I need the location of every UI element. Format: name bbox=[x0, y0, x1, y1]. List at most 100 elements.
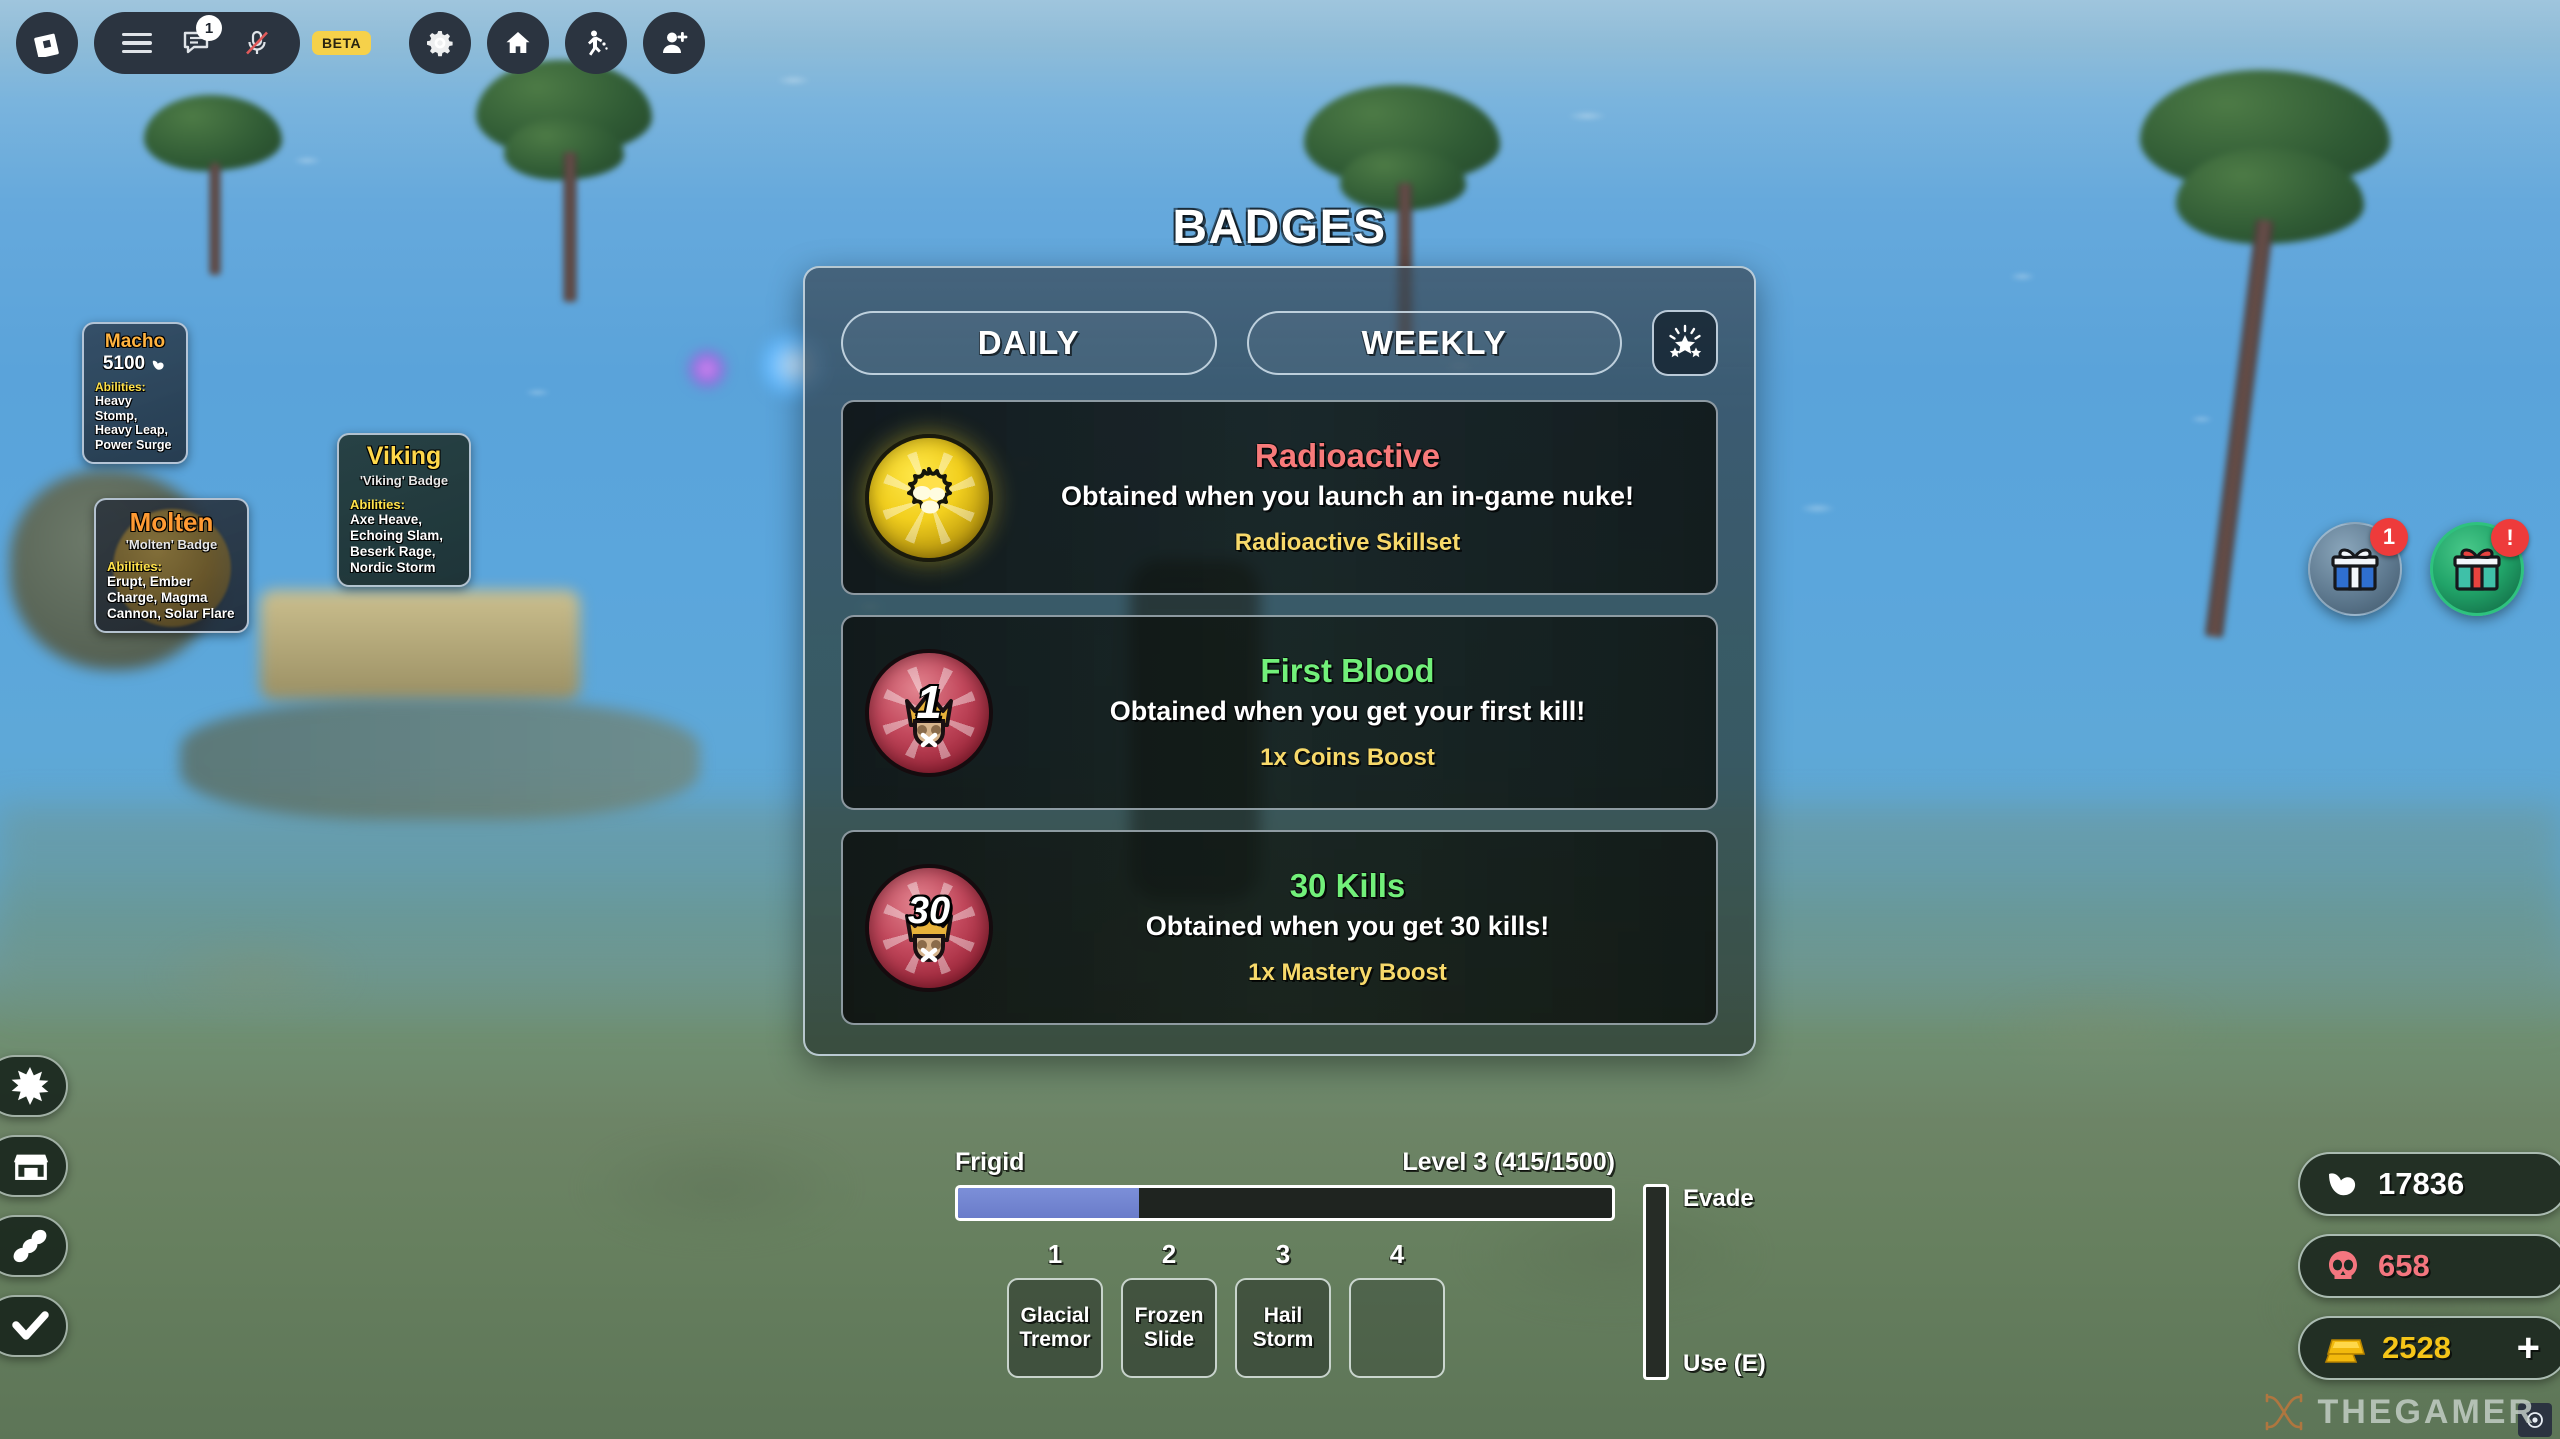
nametag-abilities-list: Erupt, Ember Charge, Magma Cannon, Solar… bbox=[107, 573, 235, 621]
ability-slots-row: 1 Glacial Tremor 2 Frozen Slide 3 Hail S… bbox=[955, 1239, 1615, 1378]
chat-button[interactable]: 1 bbox=[170, 15, 224, 70]
badge-card[interactable]: Radioactive Obtained when you launch an … bbox=[841, 400, 1718, 595]
player-nametag-viking: Viking 'Viking' Badge Abilities: Axe Hea… bbox=[337, 433, 471, 587]
emote-dance-icon bbox=[588, 30, 608, 56]
sparkle-stars-icon bbox=[1669, 324, 1702, 358]
nametag-abilities-label: Abilities: bbox=[350, 496, 405, 512]
badge-icon bbox=[865, 433, 993, 562]
currency-value: 17836 bbox=[2378, 1166, 2465, 1201]
badge-name: First Blood bbox=[1260, 652, 1435, 690]
skull-kills-icon bbox=[2329, 1251, 2357, 1279]
level-text: Level 3 (415/1500) bbox=[1402, 1148, 1615, 1176]
sidebar-button-star[interactable] bbox=[0, 1055, 68, 1117]
nametag-abilities-list: Axe Heave, Echoing Slam, Beserk Rage, No… bbox=[350, 512, 444, 575]
badge-card[interactable]: 30 30 Kills Obtained when you get 30 kil… bbox=[841, 830, 1718, 1025]
hamburger-menu-icon bbox=[122, 28, 152, 58]
player-nametag-molten: Molten 'Molten' Badge Abilities: Erupt, … bbox=[94, 498, 249, 633]
badge-reward: Radioactive Skillset bbox=[1234, 528, 1461, 556]
element-name: Frigid bbox=[955, 1148, 1025, 1176]
gift-notification-badge: 1 bbox=[2370, 518, 2408, 556]
badge-text-block: First Blood Obtained when you get your f… bbox=[1001, 653, 1694, 771]
badge-medal-number: 1 bbox=[916, 675, 942, 728]
page-title: BADGES bbox=[1172, 201, 1387, 254]
left-sidebar bbox=[0, 1055, 68, 1357]
xp-labels: Frigid Level 3 (415/1500) bbox=[955, 1148, 1615, 1177]
shop-store-icon bbox=[13, 1154, 49, 1180]
sidebar-button-bone[interactable] bbox=[0, 1215, 68, 1277]
xp-progress-bar bbox=[955, 1185, 1615, 1221]
gift-button-blue[interactable]: 1 bbox=[2308, 518, 2408, 616]
star-burst-icon bbox=[11, 1067, 49, 1105]
ability-slot-4: 4 bbox=[1349, 1239, 1445, 1378]
ability-slot-2: 2 Frozen Slide bbox=[1121, 1239, 1217, 1378]
radioactive-medal-icon bbox=[865, 433, 993, 562]
badges-panel: BADGES DAILY WEEKLY Radioactive Obtained… bbox=[803, 201, 1756, 1056]
badge-card[interactable]: 1 First Blood Obtained when you get your… bbox=[841, 615, 1718, 810]
currency-gold[interactable]: 2528 + bbox=[2298, 1316, 2560, 1380]
roblox-topbar: 1 BETA bbox=[0, 0, 2560, 86]
badge-icon: 30 bbox=[865, 863, 993, 992]
ability-slot-key: 1 bbox=[1047, 1239, 1063, 1269]
nametag-player-name: Macho bbox=[104, 331, 166, 352]
sparkle-button[interactable] bbox=[1652, 310, 1718, 376]
add-friend-icon bbox=[663, 32, 688, 53]
badge-list: Radioactive Obtained when you launch an … bbox=[841, 400, 1718, 1025]
ability-slot-button[interactable]: Frozen Slide bbox=[1121, 1278, 1217, 1378]
badge-text-block: Radioactive Obtained when you launch an … bbox=[1001, 438, 1694, 556]
ability-slot-key: 2 bbox=[1161, 1239, 1177, 1269]
ability-slot-button[interactable]: Hail Storm bbox=[1235, 1278, 1331, 1378]
gear-icon bbox=[427, 31, 453, 57]
evade-hud: Evade Use (E) bbox=[1643, 1184, 1766, 1380]
sidebar-button-check[interactable] bbox=[0, 1295, 68, 1357]
home-icon bbox=[506, 32, 530, 53]
tab-daily[interactable]: DAILY bbox=[841, 311, 1217, 375]
medal-glyph bbox=[869, 438, 989, 558]
evade-meter bbox=[1643, 1184, 1669, 1380]
badge-name: 30 Kills bbox=[1289, 867, 1406, 905]
xp-progress-fill bbox=[958, 1188, 1140, 1218]
gold-bar-icon bbox=[2324, 1339, 2366, 1363]
badge-description: Obtained when you get 30 kills! bbox=[1145, 910, 1550, 941]
emote-button[interactable] bbox=[565, 12, 628, 74]
add-friend-button[interactable] bbox=[643, 12, 706, 74]
add-gold-button[interactable]: + bbox=[2517, 1328, 2540, 1368]
hamburger-menu-button[interactable] bbox=[110, 16, 164, 70]
first-kill-medal-icon: 1 bbox=[865, 648, 993, 777]
currency-value: 658 bbox=[2378, 1248, 2430, 1283]
settings-button[interactable] bbox=[409, 12, 472, 74]
roblox-logo-icon bbox=[34, 33, 59, 57]
tab-weekly[interactable]: WEEKLY bbox=[1246, 311, 1622, 375]
roblox-logo-button[interactable] bbox=[16, 12, 78, 74]
badge-text-block: 30 Kills Obtained when you get 30 kills!… bbox=[1001, 868, 1694, 986]
badge-description: Obtained when you get your first kill! bbox=[1109, 695, 1586, 726]
nametag-badge-label: 'Molten' Badge bbox=[125, 536, 218, 552]
nametag-badge-label: 'Viking' Badge bbox=[359, 472, 449, 488]
gift-buttons-group: 1 ! bbox=[2308, 518, 2529, 616]
nametag-player-name: Viking bbox=[366, 442, 442, 470]
ability-slot-button[interactable] bbox=[1349, 1278, 1445, 1378]
nametag-score-value: 5100 bbox=[102, 353, 146, 375]
badge-name: Radioactive bbox=[1254, 437, 1441, 475]
gift-button-green[interactable]: ! bbox=[2430, 519, 2529, 616]
badge-medal-number: 30 bbox=[907, 889, 951, 932]
xp-hud: Frigid Level 3 (415/1500) 1 Glacial Trem… bbox=[955, 1148, 1615, 1378]
bone-icon bbox=[13, 1229, 47, 1263]
badge-icon: 1 bbox=[865, 648, 993, 777]
badges-tabs-row: DAILY WEEKLY bbox=[841, 268, 1718, 376]
microphone-button[interactable] bbox=[230, 16, 284, 70]
watermark: THEGAMER bbox=[2261, 1391, 2536, 1433]
home-button[interactable] bbox=[487, 12, 550, 74]
badge-reward: 1x Coins Boost bbox=[1260, 743, 1435, 771]
muscle-icon bbox=[152, 360, 164, 370]
nametag-player-name: Molten bbox=[129, 507, 214, 537]
currency-strength[interactable]: 17836 bbox=[2298, 1152, 2560, 1216]
microphone-muted-icon bbox=[246, 30, 268, 55]
muscle-strength-icon bbox=[2329, 1173, 2356, 1196]
ability-slot-key: 3 bbox=[1275, 1239, 1291, 1269]
ability-slot-button[interactable]: Glacial Tremor bbox=[1007, 1278, 1103, 1378]
currency-panel: 17836 658 2528 + bbox=[2298, 1152, 2560, 1380]
sidebar-button-shop[interactable] bbox=[0, 1135, 68, 1197]
thirty-kills-medal-icon: 30 bbox=[865, 863, 993, 992]
beta-tag: BETA bbox=[312, 31, 372, 55]
currency-kills[interactable]: 658 bbox=[2298, 1234, 2560, 1298]
